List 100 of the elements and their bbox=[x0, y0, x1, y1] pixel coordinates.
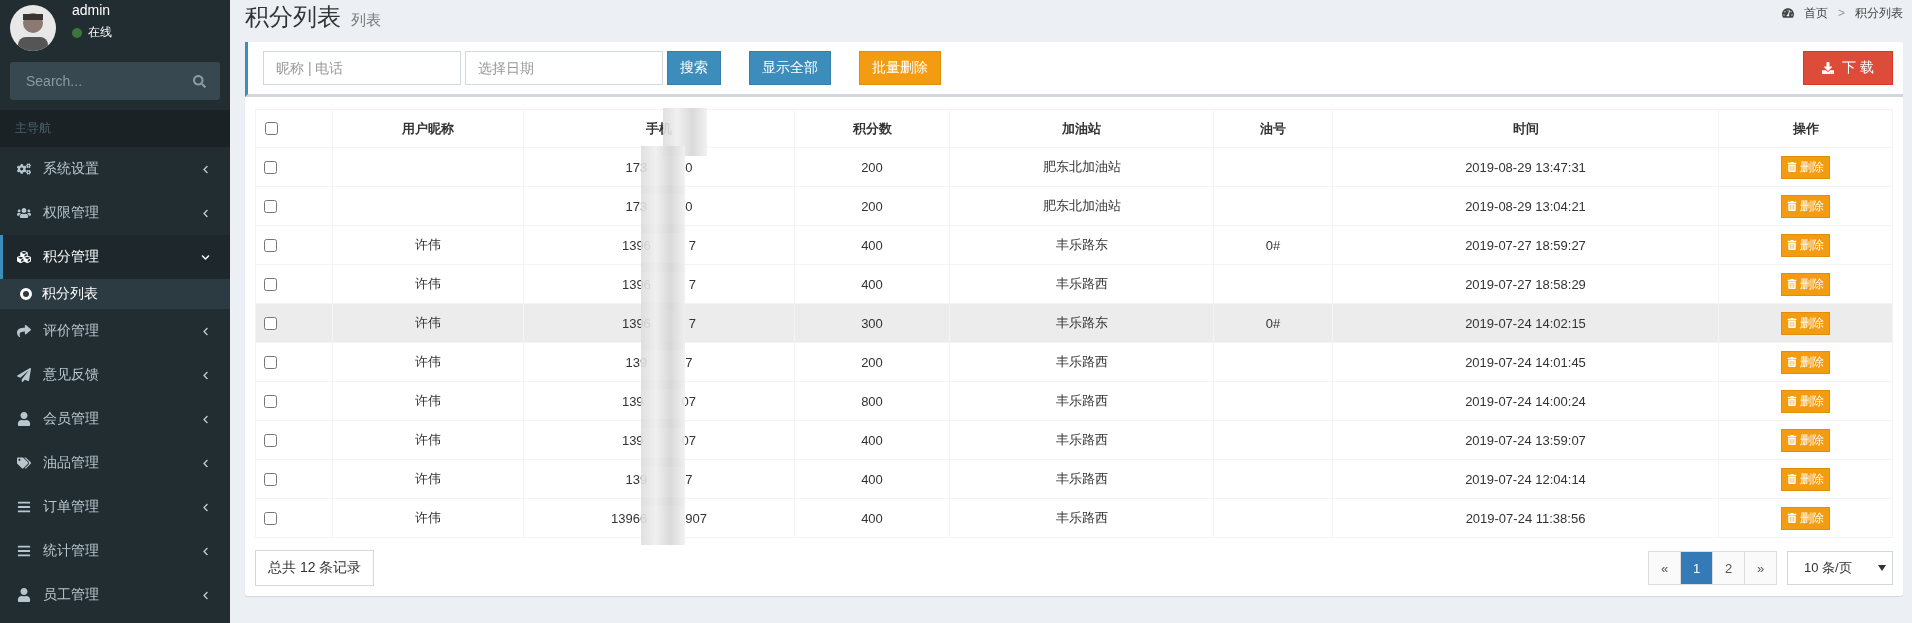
page-size-select[interactable]: 10 条/页 bbox=[1787, 551, 1893, 585]
caret-icon bbox=[1878, 565, 1886, 571]
previous-page-button[interactable]: « bbox=[1648, 551, 1681, 585]
station-text: 丰乐路西 bbox=[1055, 276, 1108, 291]
station-text: 丰乐路西 bbox=[1055, 393, 1108, 408]
gears-icon bbox=[17, 162, 31, 176]
select-all-checkbox[interactable] bbox=[265, 122, 278, 135]
row-checkbox[interactable] bbox=[264, 511, 277, 525]
phone-text: 907 bbox=[685, 510, 707, 526]
time-text: 2019-07-24 11:38:56 bbox=[1465, 510, 1586, 526]
search-field[interactable]: Search... bbox=[10, 62, 220, 100]
download-icon bbox=[1822, 62, 1835, 74]
row-checkbox[interactable] bbox=[264, 394, 277, 408]
station-text: 丰乐路东 bbox=[1055, 237, 1108, 252]
phone-text: 139 bbox=[621, 393, 644, 409]
chevron-icon bbox=[201, 252, 210, 262]
sidebar-item[interactable]: 意见反馈 bbox=[0, 353, 230, 397]
row-checkbox[interactable] bbox=[264, 199, 277, 213]
row-checkbox[interactable] bbox=[264, 316, 277, 330]
station-text: 丰乐路东 bbox=[1055, 315, 1108, 330]
nickname-text: 许伟 bbox=[415, 276, 441, 291]
user-icon bbox=[17, 588, 31, 602]
sidebar-item[interactable]: 会员管理 bbox=[0, 397, 230, 441]
sidebar-item[interactable]: 权限管理 bbox=[0, 191, 230, 235]
time-text: 2019-07-24 14:02:15 bbox=[1465, 315, 1586, 331]
chevron-icon bbox=[201, 546, 210, 556]
nickname-text: 许伟 bbox=[415, 432, 441, 447]
phone-text: 7 bbox=[688, 315, 697, 331]
time-text: 2019-07-24 14:01:45 bbox=[1465, 354, 1586, 370]
total-records: 总共 12 条记录 bbox=[255, 550, 375, 586]
points-text: 400 bbox=[861, 237, 883, 253]
row-checkbox[interactable] bbox=[264, 238, 277, 252]
column-header: 油号 bbox=[1260, 120, 1286, 136]
dashboard-icon bbox=[1782, 7, 1794, 19]
sidebar-item[interactable]: 积分管理 bbox=[0, 235, 230, 279]
search-input[interactable]: Search... bbox=[24, 72, 174, 90]
next-page-button[interactable]: » bbox=[1744, 551, 1777, 585]
row-checkbox[interactable] bbox=[264, 277, 277, 291]
phone-text: 7 bbox=[685, 354, 693, 370]
fuel-text: 0# bbox=[1265, 237, 1281, 253]
sidebar-item[interactable]: 油品管理 bbox=[0, 441, 230, 485]
menu-icon bbox=[17, 500, 31, 514]
points-text: 200 bbox=[861, 354, 883, 370]
points-text: 200 bbox=[861, 159, 883, 175]
station-text: 丰乐路西 bbox=[1055, 510, 1108, 525]
station-text: 丰乐路西 bbox=[1055, 471, 1108, 486]
nav-section-label: 主导航 bbox=[0, 110, 230, 147]
row-checkbox[interactable] bbox=[264, 472, 277, 486]
row-checkbox[interactable] bbox=[264, 355, 277, 369]
points-text: 200 bbox=[861, 198, 883, 214]
page-button[interactable]: 2 bbox=[1712, 551, 1745, 585]
trash-icon bbox=[1787, 162, 1797, 172]
download-button[interactable]: 下 载 bbox=[1803, 51, 1893, 85]
breadcrumb-link[interactable]: 积分列表 bbox=[1855, 4, 1903, 22]
breadcrumb-link[interactable]: 首页 bbox=[1804, 4, 1828, 22]
chevron-icon bbox=[201, 164, 210, 174]
circle-icon bbox=[20, 288, 32, 300]
time-text: 2019-07-27 18:59:27 bbox=[1465, 237, 1586, 253]
nickname-text: 许伟 bbox=[415, 315, 441, 330]
column-header: 积分数 bbox=[852, 120, 892, 136]
nickname-text: 许伟 bbox=[415, 510, 441, 525]
sidebar-item[interactable]: 评价管理 bbox=[0, 309, 230, 353]
row-checkbox[interactable] bbox=[264, 433, 277, 447]
points-text: 300 bbox=[861, 315, 883, 331]
phone-text: 0 bbox=[685, 159, 693, 175]
nickname-text: 许伟 bbox=[415, 237, 441, 252]
points-text: 400 bbox=[861, 276, 883, 292]
column-header: 用户昵称 bbox=[402, 120, 454, 136]
page-title: 积分列表 bbox=[245, 2, 341, 32]
time-text: 2019-07-27 18:58:29 bbox=[1465, 276, 1586, 292]
nickname-text: 许伟 bbox=[415, 471, 441, 486]
phone-text: 07 bbox=[681, 393, 697, 409]
name-phone-field[interactable]: 昵称 | 电话 bbox=[263, 51, 461, 85]
breadcrumb-separator: > bbox=[1838, 6, 1845, 20]
phone-text: 139 bbox=[625, 471, 648, 487]
phone-text: 13966 bbox=[611, 510, 648, 526]
time-text: 2019-08-29 13:47:31 bbox=[1465, 159, 1586, 175]
phone-text: 173 bbox=[625, 159, 648, 175]
page-button[interactable]: 1 bbox=[1680, 551, 1713, 585]
nickname-text: 许伟 bbox=[415, 354, 441, 369]
time-text: 2019-07-24 12:04:14 bbox=[1465, 471, 1586, 487]
row-checkbox[interactable] bbox=[264, 160, 277, 174]
search-button[interactable]: 搜索 bbox=[667, 51, 721, 85]
chevron-icon bbox=[201, 458, 210, 468]
time-text: 2019-07-24 14:00:24 bbox=[1465, 393, 1586, 409]
date-field[interactable]: 选择日期 bbox=[465, 51, 663, 85]
trash-icon bbox=[1787, 279, 1797, 289]
sidebar-item[interactable]: 系统设置 bbox=[0, 147, 230, 191]
show-all-button[interactable]: 显示全部 bbox=[749, 51, 831, 85]
sidebar-item[interactable]: 员工管理 bbox=[0, 573, 230, 617]
trash-icon bbox=[1787, 357, 1797, 367]
user-status: 在线 bbox=[72, 24, 112, 41]
sidebar-item[interactable]: 订单管理 bbox=[0, 485, 230, 529]
phone-text: 7 bbox=[688, 237, 697, 253]
search-icon[interactable] bbox=[193, 74, 206, 88]
sidebar-subitem[interactable]: 积分列表 bbox=[0, 279, 230, 309]
share-icon bbox=[17, 324, 31, 338]
trash-icon bbox=[1787, 201, 1797, 211]
sidebar-item[interactable]: 统计管理 bbox=[0, 529, 230, 573]
fuel-text: 0# bbox=[1265, 315, 1281, 331]
